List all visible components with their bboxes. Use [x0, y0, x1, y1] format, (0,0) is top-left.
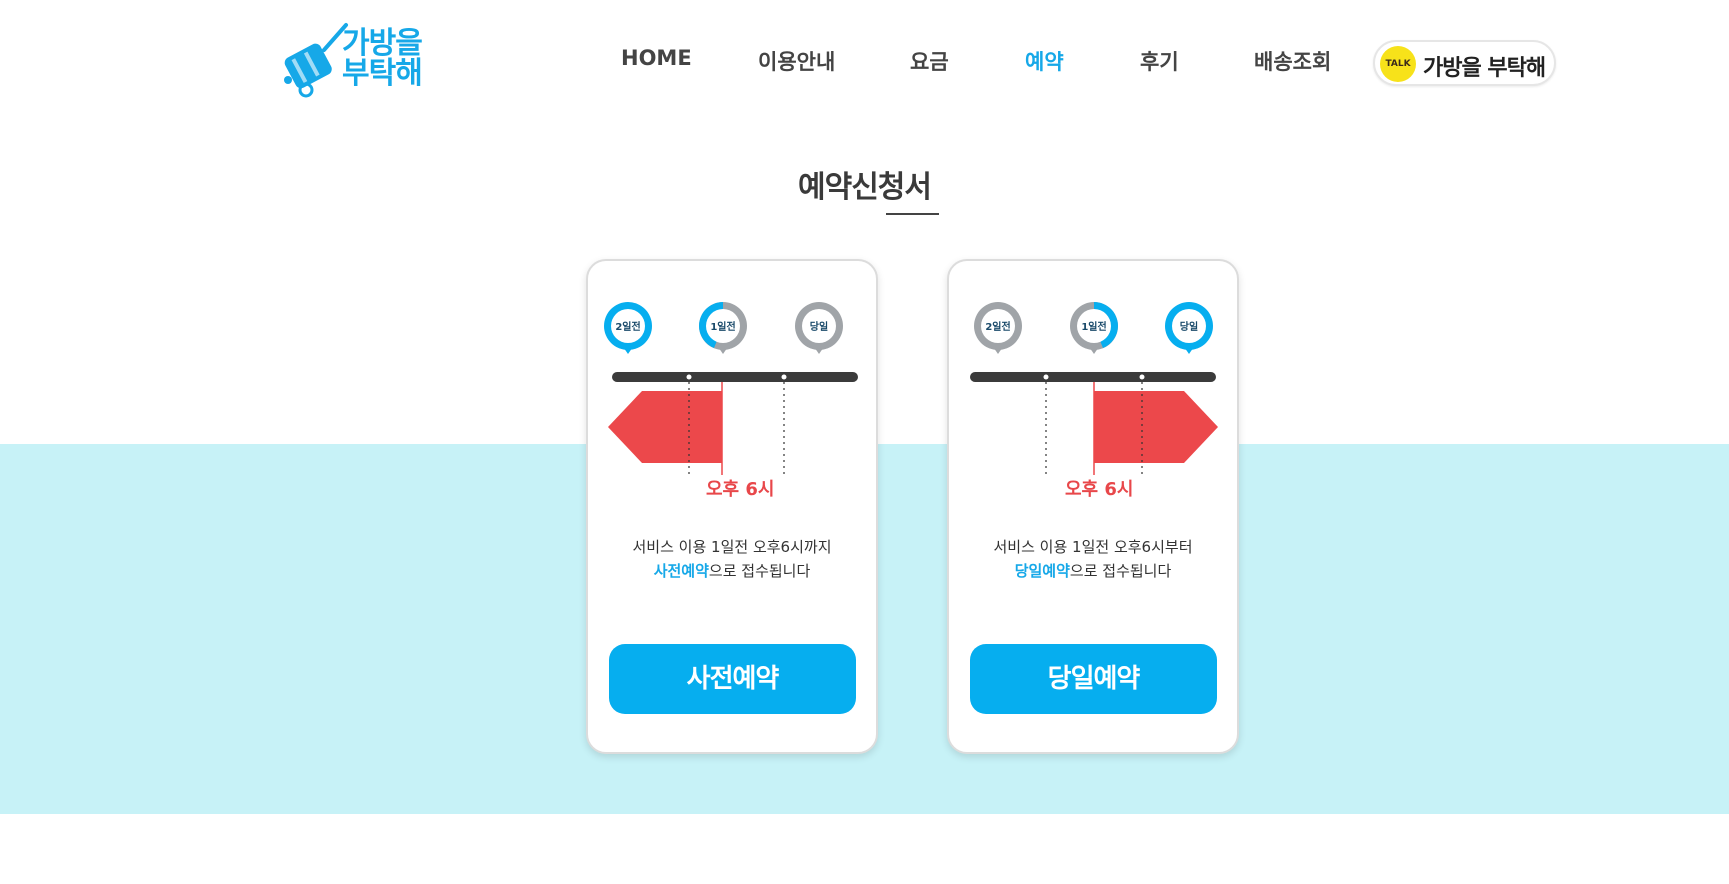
svg-text:2일전: 2일전	[615, 320, 640, 333]
marker-2days-before: 2일전	[974, 302, 1022, 354]
marker-1day-before: 1일전	[699, 302, 747, 354]
sameday-description: 서비스 이용 1일전 오후6시부터 당일예약으로 접수됩니다	[949, 535, 1237, 583]
advance-description-line1: 서비스 이용 1일전 오후6시까지	[632, 538, 832, 556]
timeline-graphic: 2일전 1일전 당일	[970, 302, 1218, 475]
sameday-description-line2: 당일예약으로 접수됩니다	[949, 559, 1237, 583]
kakao-talk-button[interactable]: TALK 가방을 부탁해	[1373, 40, 1556, 86]
nav-item-home[interactable]: HOME	[621, 46, 692, 70]
sameday-reservation-button[interactable]: 당일예약	[970, 644, 1217, 714]
nav-item-reservation[interactable]: 예약	[1025, 46, 1064, 76]
advance-description: 서비스 이용 1일전 오후6시까지 사전예약으로 접수됩니다	[588, 535, 876, 583]
kakao-talk-label: 가방을 부탁해	[1423, 56, 1546, 81]
marker-same-day: 당일	[1165, 302, 1213, 354]
advance-description-rest: 으로 접수됩니다	[708, 562, 811, 580]
svg-text:1일전: 1일전	[1081, 320, 1106, 333]
nav-item-tracking[interactable]: 배송조회	[1254, 46, 1331, 76]
suitcase-icon	[284, 23, 348, 98]
marker-2days-before: 2일전	[604, 302, 652, 354]
sameday-highlight: 당일예약	[1014, 562, 1070, 580]
brand-logo[interactable]: 가방을 부탁해	[280, 20, 430, 100]
svg-text:당일: 당일	[810, 320, 828, 333]
kakao-talk-icon: TALK	[1380, 46, 1416, 82]
timeline-graphic: 2일전 1일전 당일	[604, 302, 858, 475]
title-divider	[886, 213, 939, 215]
advance-description-line2: 사전예약으로 접수됩니다	[588, 559, 876, 583]
sameday-reservation-card: 2일전 1일전 당일 오후 6시 서비스 이용 1일전 오후6시부터 당일예약으…	[947, 259, 1239, 754]
advance-reservation-card: 2일전 1일전 당일 오후 6시 서비스 이용 1일전 오후6시까지 사전예약으…	[586, 259, 878, 754]
advance-reservation-button[interactable]: 사전예약	[609, 644, 856, 714]
svg-text:당일: 당일	[1180, 320, 1198, 333]
nav-item-reviews[interactable]: 후기	[1140, 46, 1179, 76]
marker-1day-before: 1일전	[1070, 302, 1118, 354]
marker-same-day: 당일	[795, 302, 843, 354]
page-title: 예약신청서	[798, 170, 932, 205]
nav-item-pricing[interactable]: 요금	[910, 46, 949, 76]
svg-text:1일전: 1일전	[710, 320, 735, 333]
header: 가방을 부탁해 HOME 이용안내 요금 예약 후기 배송조회 TALK 가방을…	[0, 0, 1729, 125]
sameday-description-line1: 서비스 이용 1일전 오후6시부터	[993, 538, 1193, 556]
svg-text:2일전: 2일전	[985, 320, 1010, 333]
sameday-description-rest: 으로 접수됩니다	[1069, 562, 1172, 580]
brand-name-line2: 부탁해	[342, 56, 423, 91]
nav-item-guide[interactable]: 이용안내	[758, 46, 835, 76]
advance-highlight: 사전예약	[653, 562, 709, 580]
deadline-label: 오후 6시	[1065, 479, 1134, 500]
